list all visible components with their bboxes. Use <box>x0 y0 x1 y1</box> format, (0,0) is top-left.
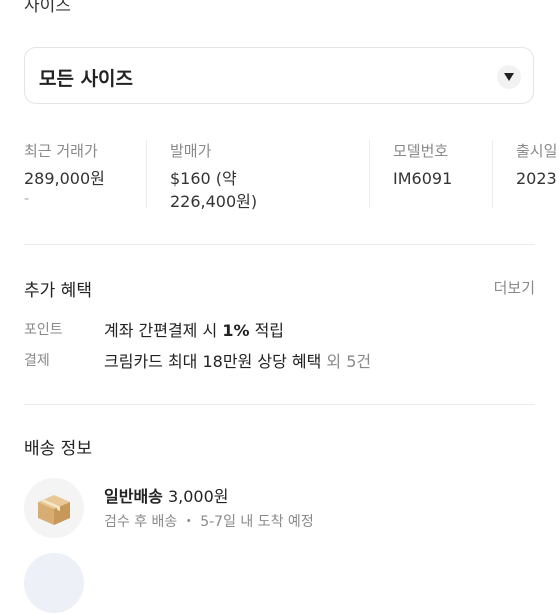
benefit-label-point: 포인트 <box>24 322 63 338</box>
section-divider <box>24 244 535 245</box>
info-value: 289,000원 <box>24 169 105 188</box>
shipping-option-icon <box>24 553 84 613</box>
info-release-date: 출시일 2023 <box>516 140 557 210</box>
triangle-down-icon <box>497 65 521 89</box>
info-sub: - <box>24 191 30 207</box>
info-label: 모델번호 <box>393 142 449 160</box>
info-value-line: 226,400원) <box>170 192 258 211</box>
info-model-number: 모델번호 IM6091 <box>393 140 452 210</box>
info-recent-price: 최근 거래가 289,000원 - <box>24 140 105 210</box>
shipping-option-standard[interactable]: 일반배송 3,000원 <box>104 483 229 507</box>
benefit-payment-text: 크림카드 최대 18만원 상당 혜택 외 5건 <box>104 352 372 371</box>
shipping-title: 배송 정보 <box>24 439 92 459</box>
benefits-more-link[interactable]: 더보기 <box>494 277 535 298</box>
info-release-price: 발매가 $160 (약 226,400원) <box>170 140 257 213</box>
shipping-option-detail: 검수 후 배송 ・ 5-7일 내 도착 예정 <box>104 514 314 530</box>
divider <box>369 140 370 208</box>
size-select-value: 모든 사이즈 <box>39 68 134 90</box>
size-section-heading: 사이즈 <box>24 0 71 16</box>
divider <box>492 140 493 208</box>
info-label: 최근 거래가 <box>24 142 98 160</box>
benefit-extra-count: 외 5건 <box>321 352 372 371</box>
box-icon <box>24 478 84 538</box>
size-select[interactable]: 모든 사이즈 <box>24 47 534 104</box>
benefit-label-payment: 결제 <box>24 353 50 369</box>
divider <box>146 140 147 208</box>
info-value: IM6091 <box>393 169 453 188</box>
benefit-point-text: 계좌 간편결제 시 1% 적립 <box>104 321 285 340</box>
benefits-title: 추가 혜택 <box>24 281 92 301</box>
info-value-line: $160 (약 <box>170 169 237 188</box>
info-label: 발매가 <box>170 142 212 160</box>
info-value: 2023 <box>516 169 557 188</box>
section-divider <box>24 404 535 405</box>
info-label: 출시일 <box>516 142 558 160</box>
info-value: $160 (약 226,400원) <box>170 167 257 213</box>
